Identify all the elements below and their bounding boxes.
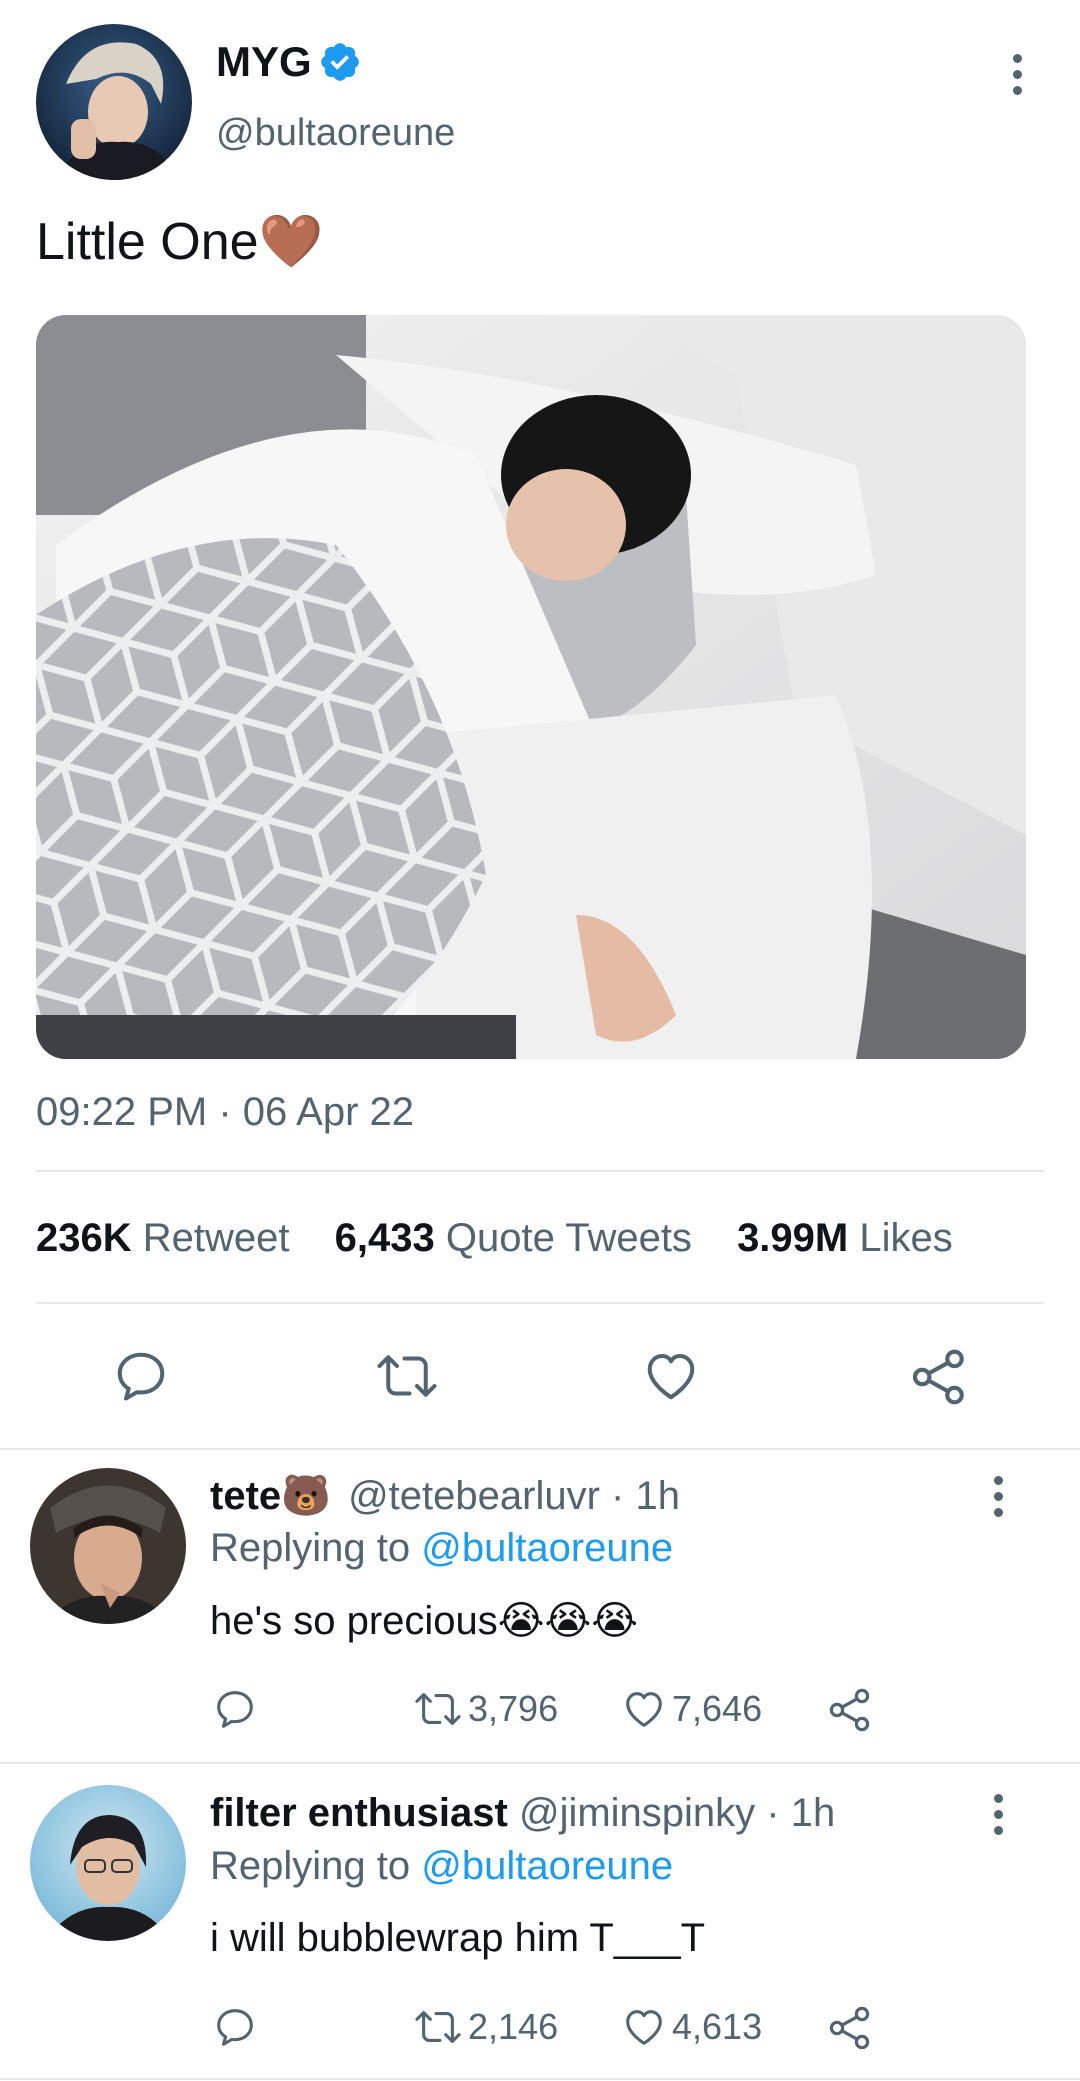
reply-avatar[interactable] bbox=[30, 1468, 186, 1624]
reply-author-name[interactable]: tete bbox=[210, 1474, 281, 1518]
verified-badge-icon bbox=[318, 40, 362, 84]
retweet-icon bbox=[412, 2004, 464, 2050]
reply-author-handle[interactable]: @tetebearluvr bbox=[348, 1474, 600, 1518]
author-display-name[interactable]: MYG bbox=[216, 38, 312, 86]
replying-to-handle[interactable]: @bultaoreune bbox=[421, 1526, 673, 1570]
tweet-timestamp[interactable]: 09:22 PM · 06 Apr 22 bbox=[36, 1090, 414, 1135]
retweet-count: 2,146 bbox=[468, 2006, 559, 2047]
divider bbox=[36, 1170, 1044, 1172]
reply-text: he's so precious bbox=[210, 1599, 498, 1643]
reply-icon[interactable] bbox=[111, 1346, 171, 1406]
replying-to-label: Replying to bbox=[210, 1526, 411, 1570]
retweet-stat[interactable]: 236K Retweet bbox=[36, 1216, 290, 1260]
like-button[interactable]: 7,646 bbox=[620, 1686, 762, 1732]
reply-author-handle[interactable]: @jiminspinky bbox=[519, 1791, 755, 1835]
retweet-icon bbox=[412, 1686, 464, 1732]
like-count: 7,646 bbox=[672, 1688, 763, 1729]
retweet-count: 3,796 bbox=[468, 1688, 559, 1729]
tweet-stats: 236K Retweet 6,433 Quote Tweets 3.99M Li… bbox=[36, 1216, 953, 1261]
like-icon bbox=[620, 1686, 668, 1732]
share-icon[interactable] bbox=[826, 1686, 874, 1734]
like-icon[interactable] bbox=[641, 1346, 701, 1406]
replying-to-handle[interactable]: @bultaoreune bbox=[421, 1844, 673, 1888]
likes-stat[interactable]: 3.99M Likes bbox=[737, 1216, 953, 1260]
like-icon bbox=[620, 2004, 668, 2050]
retweet-icon[interactable] bbox=[374, 1346, 440, 1406]
share-icon[interactable] bbox=[908, 1346, 970, 1408]
more-options-icon[interactable] bbox=[986, 1784, 1010, 1844]
more-options-icon[interactable] bbox=[986, 1466, 1010, 1526]
divider bbox=[0, 1762, 1080, 1764]
divider bbox=[36, 1302, 1044, 1304]
tweet-text: Little One bbox=[36, 213, 259, 271]
author-avatar[interactable] bbox=[36, 24, 192, 180]
quote-tweets-stat[interactable]: 6,433 Quote Tweets bbox=[335, 1216, 692, 1260]
bear-emoji: 🐻 bbox=[281, 1474, 331, 1518]
reply-author-name[interactable]: filter enthusiast bbox=[210, 1791, 508, 1835]
reply-time: · 1h bbox=[755, 1791, 836, 1835]
retweet-button[interactable]: 3,796 bbox=[412, 1686, 558, 1732]
like-count: 4,613 bbox=[672, 2006, 763, 2047]
crying-emoji: 😭😭😭 bbox=[497, 1599, 639, 1643]
tweet-image[interactable] bbox=[36, 315, 1026, 1059]
reply-avatar[interactable] bbox=[30, 1785, 186, 1941]
divider bbox=[0, 2078, 1080, 2080]
replying-to-label: Replying to bbox=[210, 1844, 411, 1888]
divider bbox=[0, 1448, 1080, 1450]
retweet-button[interactable]: 2,146 bbox=[412, 2004, 558, 2050]
like-button[interactable]: 4,613 bbox=[620, 2004, 762, 2050]
more-options-icon[interactable] bbox=[1005, 44, 1029, 104]
author-handle[interactable]: @bultaoreune bbox=[216, 112, 455, 155]
reply-text: i will bubblewrap him T___T bbox=[210, 1916, 706, 1960]
reply-icon[interactable] bbox=[212, 1686, 258, 1732]
reply-icon[interactable] bbox=[212, 2004, 258, 2050]
reply-time: · 1h bbox=[599, 1474, 680, 1518]
share-icon[interactable] bbox=[826, 2004, 874, 2052]
brown-heart-emoji: 🤎 bbox=[258, 213, 324, 271]
